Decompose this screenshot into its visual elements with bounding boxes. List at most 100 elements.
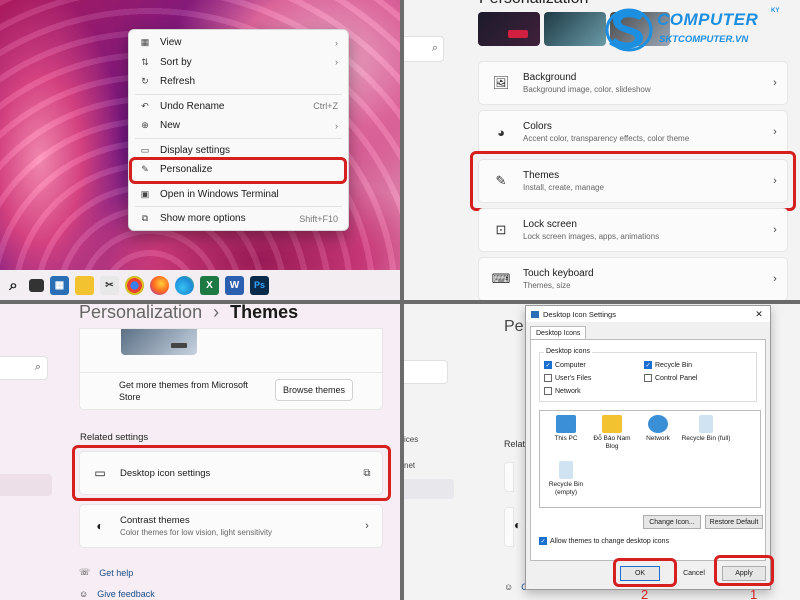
theme-thumbnail-dark[interactable] xyxy=(478,12,540,46)
menu-separator xyxy=(135,93,342,95)
tab-desktop-icons[interactable]: Desktop Icons xyxy=(530,326,587,340)
colors-icon: ◕ xyxy=(497,124,505,140)
icon-list[interactable]: This PC Đỗ Bảo Nam Blog Network Recycle … xyxy=(539,410,761,508)
card-partial: ◐ xyxy=(504,507,521,547)
search-input[interactable]: ⌕ xyxy=(0,356,48,380)
group-label: Desktop icons xyxy=(544,348,592,355)
menu-separator xyxy=(135,206,342,207)
more-options-icon: ⧉ xyxy=(141,213,149,224)
menu-separator xyxy=(135,137,342,139)
photoshop-icon[interactable]: Ps xyxy=(250,275,269,295)
chrome-icon[interactable] xyxy=(125,275,144,295)
recycle-bin-empty-icon xyxy=(559,461,573,479)
page-title: Personalization xyxy=(479,0,588,8)
icon-recycle-bin-empty[interactable]: Recycle Bin (empty) xyxy=(542,461,590,497)
give-feedback-link[interactable]: ☺ Give feedback xyxy=(79,589,155,599)
excel-icon[interactable]: X xyxy=(200,275,219,295)
theme-preview-thumbnail[interactable] xyxy=(121,329,197,355)
icon-this-pc[interactable]: This PC xyxy=(542,415,590,443)
change-icon-button[interactable]: Change Icon... xyxy=(643,515,701,529)
menu-item-undo-rename[interactable]: ↶ Undo Rename Ctrl+Z xyxy=(129,97,348,117)
new-icon: ⊕ xyxy=(141,120,149,131)
display-icon: ▭ xyxy=(140,144,150,155)
highlight-themes xyxy=(470,151,796,211)
checkbox-recycle-bin[interactable]: ✓ Recycle Bin xyxy=(644,361,692,369)
task-view-icon[interactable] xyxy=(29,278,44,292)
keyboard-icon: ⌨ xyxy=(491,271,511,286)
sidebar-item-partial[interactable]: ices xyxy=(404,435,418,444)
get-help-link[interactable]: ☏ Get help xyxy=(79,567,133,578)
recycle-bin-full-icon xyxy=(699,415,713,433)
search-input[interactable]: ⌕ xyxy=(404,36,444,62)
highlight-desktop-icon-settings xyxy=(72,445,391,501)
icon-recycle-bin-full[interactable]: Recycle Bin (full) xyxy=(680,415,732,443)
logo-suffix: KY xyxy=(771,8,780,14)
search-icon: ⌕ xyxy=(34,361,41,373)
feedback-icon: ☺ xyxy=(504,582,514,592)
contrast-themes-subtitle: Color themes for low vision, light sensi… xyxy=(120,528,273,537)
setting-card-background[interactable]: 🖼 Background Background image, color, sli… xyxy=(478,61,788,105)
lock-screen-icon: ⊡ xyxy=(495,222,507,237)
menu-item-open-terminal[interactable]: ▣ Open in Windows Terminal xyxy=(129,185,348,205)
context-menu: ▦ View › ⇅ Sort by › ↻ Refresh ↶ Undo Re… xyxy=(128,29,349,231)
get-more-themes-row: Get more themes from Microsoft Store Bro… xyxy=(79,372,383,410)
checkbox-users-files[interactable]: User's Files xyxy=(544,374,591,382)
word-icon[interactable]: W xyxy=(225,275,244,295)
highlight-ok xyxy=(613,558,677,587)
setting-card-touch-keyboard[interactable]: ⌨ Touch keyboard Themes, size › xyxy=(478,257,788,300)
feedback-icon: ☺ xyxy=(79,589,89,599)
sidebar-item-partial[interactable]: net xyxy=(404,461,415,470)
chevron-right-icon: › xyxy=(773,224,777,236)
cancel-button[interactable]: Cancel xyxy=(674,566,714,581)
menu-item-new[interactable]: ⊕ New › xyxy=(129,116,348,136)
breadcrumb-current: Themes xyxy=(230,304,299,322)
sidebar-item-selected[interactable] xyxy=(404,479,454,499)
icon-network[interactable]: Network xyxy=(634,415,682,443)
menu-item-sort-by[interactable]: ⇅ Sort by › xyxy=(129,53,348,73)
dialog-title: Desktop Icon Settings xyxy=(543,309,616,319)
undo-icon: ↶ xyxy=(141,100,149,111)
step-number-apply: 1 xyxy=(750,587,758,600)
close-icon[interactable]: ✕ xyxy=(748,309,770,320)
contrast-themes-row[interactable]: ◐ Contrast themes Color themes for low v… xyxy=(79,504,383,548)
contrast-icon: ◐ xyxy=(96,519,104,533)
browse-themes-button[interactable]: Browse themes xyxy=(275,379,353,401)
page-title-partial: Pe xyxy=(504,318,524,335)
refresh-icon: ↻ xyxy=(141,76,149,87)
help-icon: ☏ xyxy=(79,567,91,577)
snipping-tool-icon[interactable]: ✂ xyxy=(100,275,119,295)
menu-item-refresh[interactable]: ↻ Refresh xyxy=(129,72,348,92)
related-settings-partial: Relat xyxy=(504,439,526,449)
step-number-ok: 2 xyxy=(641,587,649,600)
checkbox-allow-themes[interactable]: ✓ Allow themes to change desktop icons xyxy=(539,537,669,545)
checkbox-control-panel[interactable]: Control Panel xyxy=(644,374,697,382)
view-icon: ▦ xyxy=(140,37,150,48)
checkbox-computer[interactable]: ✓ Computer xyxy=(544,361,586,369)
setting-card-colors[interactable]: ◕ Colors Accent color, transparency effec… xyxy=(478,110,788,154)
menu-item-show-more-options[interactable]: ⧉ Show more options Shift+F10 xyxy=(129,209,348,229)
logo-text: COMPUTER xyxy=(657,10,759,29)
file-explorer-icon[interactable] xyxy=(75,275,94,295)
search-icon: ⌕ xyxy=(431,42,438,54)
theme-thumbnail-landscape[interactable] xyxy=(544,12,606,46)
edge-icon[interactable] xyxy=(175,275,194,295)
breadcrumb-separator: › xyxy=(213,304,220,322)
card-partial xyxy=(504,462,514,492)
checkbox-network[interactable]: Network xyxy=(544,387,581,395)
store-icon[interactable]: ▦ xyxy=(50,275,69,295)
highlight-apply xyxy=(714,555,774,586)
setting-card-lock-screen[interactable]: ⊡ Lock screen Lock screen images, apps, a… xyxy=(478,208,788,252)
chevron-right-icon: › xyxy=(773,77,777,89)
sidebar-item[interactable] xyxy=(0,474,52,496)
icon-blog-folder[interactable]: Đỗ Bảo Nam Blog xyxy=(588,415,636,451)
breadcrumb-parent[interactable]: Personalization xyxy=(79,304,202,322)
search-input[interactable] xyxy=(404,360,448,384)
restore-default-button[interactable]: Restore Default xyxy=(705,515,763,529)
related-settings-heading: Related settings xyxy=(80,432,149,443)
firefox-icon[interactable] xyxy=(150,275,169,295)
dialog-tab-panel: Desktop icons ✓ Computer ✓ Recycle Bin Use… xyxy=(530,339,766,561)
computer-icon xyxy=(556,415,576,433)
menu-item-view[interactable]: ▦ View › xyxy=(129,33,348,53)
dialog-app-icon xyxy=(531,310,539,318)
search-icon[interactable]: ⌕ xyxy=(4,276,23,295)
